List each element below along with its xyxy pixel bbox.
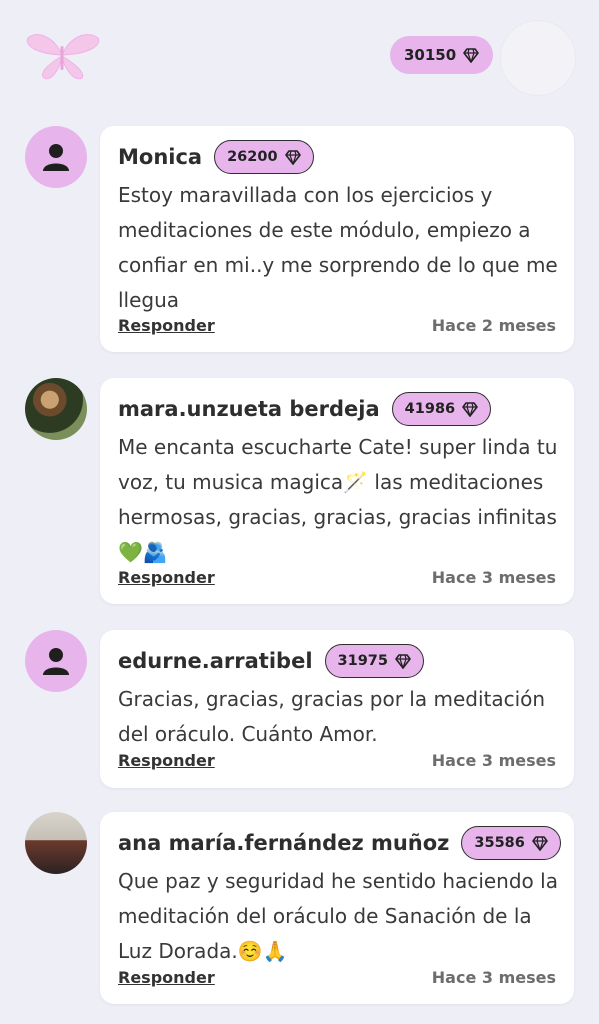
reply-button[interactable]: Responder <box>118 568 215 587</box>
comment-text: Que paz y seguridad he sentido haciendo … <box>118 869 558 963</box>
user-points-badge[interactable]: 30150 <box>390 36 494 74</box>
points-value: 26200 <box>227 149 278 165</box>
user-points-badge: 41986 <box>391 392 492 426</box>
reply-button[interactable]: Responder <box>118 751 215 770</box>
user-silhouette-icon <box>43 648 69 675</box>
avatar[interactable] <box>25 126 87 188</box>
diamond-icon <box>532 835 548 851</box>
user-points-badge: 35586 <box>461 826 561 860</box>
reply-button[interactable]: Responder <box>118 316 215 335</box>
username[interactable]: ana maría.fernández muñoz <box>118 831 449 855</box>
avatar[interactable] <box>25 812 87 874</box>
comment-card: Monica 26200 Estoy maravillada con los e… <box>100 126 574 352</box>
username[interactable]: Monica <box>118 145 202 169</box>
user-points-badge: 26200 <box>214 140 314 174</box>
points-value: 35586 <box>474 835 525 851</box>
comment-text: Estoy maravillada con los ejercicios y m… <box>118 183 558 312</box>
diamond-icon <box>462 401 478 417</box>
username[interactable]: mara.unzueta berdeja <box>118 397 380 421</box>
avatar[interactable] <box>25 378 87 440</box>
butterfly-logo-icon[interactable] <box>24 28 102 82</box>
user-points-badge: 31975 <box>324 644 424 678</box>
comment-card: mara.unzueta berdeja 41986 Me encanta es… <box>100 378 574 604</box>
reply-button[interactable]: Responder <box>118 968 215 987</box>
timestamp: Hace 2 meses <box>431 316 556 335</box>
diamond-icon <box>463 47 479 63</box>
points-value: 30150 <box>404 46 457 64</box>
timestamp: Hace 3 meses <box>431 568 556 587</box>
comment-text: Me encanta escucharte Cate! super linda … <box>118 435 558 564</box>
username[interactable]: edurne.arratibel <box>118 649 313 673</box>
points-value: 31975 <box>337 653 388 669</box>
profile-avatar[interactable] <box>500 20 576 96</box>
user-silhouette-icon <box>43 144 69 171</box>
top-bar: 30150 <box>0 0 599 110</box>
comment-text: Gracias, gracias, gracias por la meditac… <box>118 687 546 746</box>
avatar[interactable] <box>25 630 87 692</box>
points-value: 41986 <box>404 401 456 417</box>
comment-card: ana maría.fernández muñoz 35586 Que paz … <box>100 812 574 1004</box>
diamond-icon <box>284 149 301 165</box>
diamond-icon <box>395 653 411 669</box>
comment-card: edurne.arratibel 31975 Gracias, gracias,… <box>100 630 574 788</box>
timestamp: Hace 3 meses <box>431 751 556 770</box>
timestamp: Hace 3 meses <box>431 968 556 987</box>
